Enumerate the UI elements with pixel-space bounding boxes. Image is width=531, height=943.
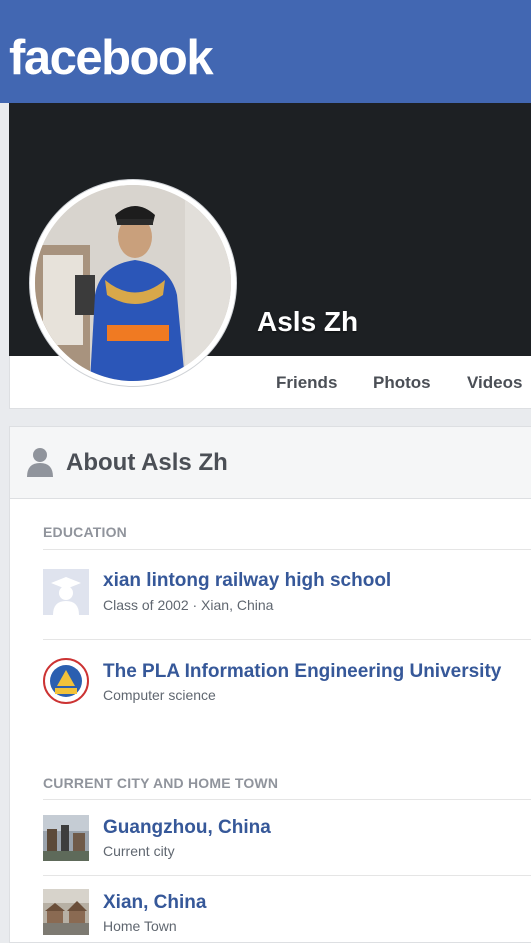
education-sub-2: Computer science [103, 687, 216, 703]
university-logo[interactable] [43, 658, 89, 704]
profile-cover-section: Friends Photos Videos Asls Zh [0, 103, 531, 409]
education-title-2[interactable]: The PLA Information Engineering Universi… [103, 661, 501, 683]
tab-friends[interactable]: Friends [276, 373, 337, 393]
city-photo-icon [43, 889, 89, 935]
education-title-1[interactable]: xian lintong railway high school [103, 570, 391, 592]
facebook-logo[interactable]: facebook [9, 30, 214, 86]
education-sub-1: Class of 2002 · Xian, China [103, 597, 274, 613]
avatar[interactable] [30, 180, 236, 386]
graduation-icon [43, 569, 89, 615]
place-sub-2: Home Town [103, 918, 177, 934]
profile-picture-image [35, 185, 231, 381]
profile-name[interactable]: Asls Zh [257, 306, 358, 338]
city-photo-icon [43, 815, 89, 861]
school-thumb[interactable] [43, 569, 89, 615]
about-header: About Asls Zh [10, 427, 531, 499]
tab-photos[interactable]: Photos [373, 373, 431, 393]
city-thumb-xian[interactable] [43, 889, 89, 935]
city-thumb-guangzhou[interactable] [43, 815, 89, 861]
place-sub-1: Current city [103, 843, 175, 859]
places-label: CURRENT CITY AND HOME TOWN [43, 775, 279, 791]
profile-picture [35, 185, 231, 381]
divider [43, 639, 531, 640]
place-title-2[interactable]: Xian, China [103, 892, 206, 914]
tab-videos[interactable]: Videos [467, 373, 522, 393]
about-title: About Asls Zh [66, 449, 228, 476]
divider [43, 875, 531, 876]
divider [43, 549, 531, 550]
university-emblem-icon [43, 658, 89, 704]
place-title-1[interactable]: Guangzhou, China [103, 817, 271, 839]
education-label: EDUCATION [43, 524, 127, 540]
about-card: About Asls Zh EDUCATION xian lintong rai… [9, 426, 531, 943]
top-bar: facebook [0, 0, 531, 103]
person-icon [27, 448, 53, 477]
divider [43, 799, 531, 800]
